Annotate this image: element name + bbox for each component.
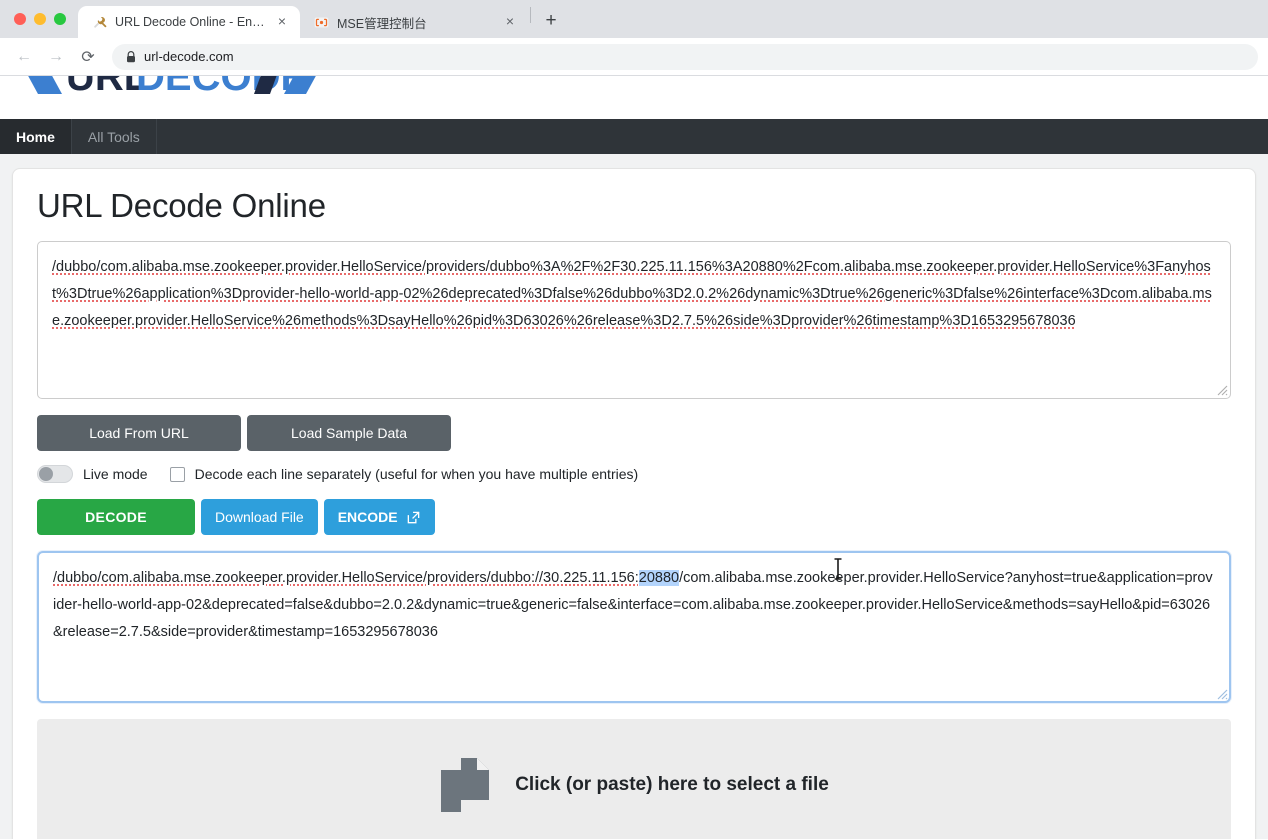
output-textarea-wrapper: /dubbo/com.alibaba.mse.zookeeper.provide…: [37, 551, 1231, 703]
encode-button[interactable]: ENCODE: [323, 499, 435, 535]
load-buttons-row: Load From URL Load Sample Data: [37, 415, 1231, 451]
decoded-output-textarea[interactable]: /dubbo/com.alibaba.mse.zookeeper.provide…: [37, 551, 1231, 703]
file-dropzone-label: Click (or paste) here to select a file: [515, 774, 829, 795]
live-mode-label: Live mode: [83, 466, 148, 482]
tab-divider: [530, 7, 531, 23]
browser-tab-title: URL Decode Online - Encode /: [115, 15, 266, 29]
encoded-input-textarea[interactable]: /dubbo/com.alibaba.mse.zookeeper.provide…: [37, 241, 1231, 399]
forward-button[interactable]: →: [42, 43, 70, 71]
encode-button-label: ENCODE: [337, 509, 398, 525]
decode-each-line-label: Decode each line separately (useful for …: [194, 466, 639, 482]
site-header: URL DECODE: [0, 76, 1268, 119]
browser-tab-mse-console[interactable]: MSE管理控制台 ×: [300, 6, 528, 38]
nav-item-label: All Tools: [87, 128, 140, 145]
external-link-icon: [407, 511, 419, 523]
page-viewport: URL DECODE Home All Tools URL Decode Onl…: [0, 76, 1268, 839]
options-row: Live mode Decode each line separately (u…: [37, 465, 1231, 483]
address-bar-text: url-decode.com: [144, 49, 234, 64]
file-dropzone[interactable]: Click (or paste) here to select a file: [37, 719, 1231, 839]
address-bar[interactable]: url-decode.com: [112, 43, 1258, 70]
tool-card: URL Decode Online /dubbo/com.alibaba.mse…: [12, 168, 1256, 839]
output-selected-text[interactable]: 20880: [638, 570, 680, 586]
back-button[interactable]: ←: [10, 43, 38, 71]
reload-button[interactable]: ⟳: [74, 43, 102, 71]
nav-item-all-tools[interactable]: All Tools: [72, 119, 157, 154]
live-mode-toggle[interactable]: [37, 465, 73, 483]
output-prefix: /dubbo/com.alibaba.mse.zookeeper.provide…: [53, 570, 639, 586]
maximize-window-button[interactable]: [54, 13, 66, 25]
nav-item-home[interactable]: Home: [0, 119, 72, 154]
close-tab-button[interactable]: ×: [274, 14, 290, 30]
browser-toolbar: ← → ⟳ url-decode.com: [0, 38, 1268, 76]
download-file-button[interactable]: Download File: [201, 499, 318, 535]
load-sample-data-button[interactable]: Load Sample Data: [247, 415, 451, 451]
svg-text:DECODE: DECODE: [136, 76, 307, 99]
minimize-window-button[interactable]: [34, 13, 46, 25]
site-navbar: Home All Tools: [0, 119, 1268, 154]
url-decode-logo-icon: URL DECODE: [28, 76, 316, 99]
page-title: URL Decode Online: [37, 187, 326, 224]
input-textarea-wrapper: /dubbo/com.alibaba.mse.zookeeper.provide…: [37, 241, 1231, 399]
browser-tab-title: MSE管理控制台: [337, 16, 427, 31]
close-tab-button[interactable]: ×: [502, 14, 518, 30]
toggle-knob: [39, 467, 53, 481]
action-buttons-row: DECODE Download File ENCODE: [37, 499, 1231, 535]
new-tab-button[interactable]: +: [537, 7, 565, 35]
tab-strip: URL Decode Online - Encode / × MSE管理控制台 …: [0, 0, 1268, 38]
text-cursor-icon: [834, 558, 842, 580]
load-from-url-button[interactable]: Load From URL: [37, 415, 241, 451]
nav-item-label: Home: [16, 128, 55, 145]
close-window-button[interactable]: [14, 13, 26, 25]
decode-each-line-checkbox[interactable]: [169, 466, 185, 482]
decode-button[interactable]: DECODE: [37, 499, 195, 535]
lock-icon: [127, 50, 135, 62]
input-textarea-value: /dubbo/com.alibaba.mse.zookeeper.provide…: [52, 259, 1212, 329]
wrench-icon: [94, 16, 107, 28]
browser-chrome: URL Decode Online - Encode / × MSE管理控制台 …: [0, 0, 1268, 76]
browser-tab-url-decode[interactable]: URL Decode Online - Encode / ×: [78, 6, 300, 38]
site-logo[interactable]: URL DECODE: [8, 76, 338, 112]
mse-bracket-icon: [314, 17, 329, 27]
file-upload-icon: [441, 758, 490, 812]
window-controls: [10, 0, 78, 38]
